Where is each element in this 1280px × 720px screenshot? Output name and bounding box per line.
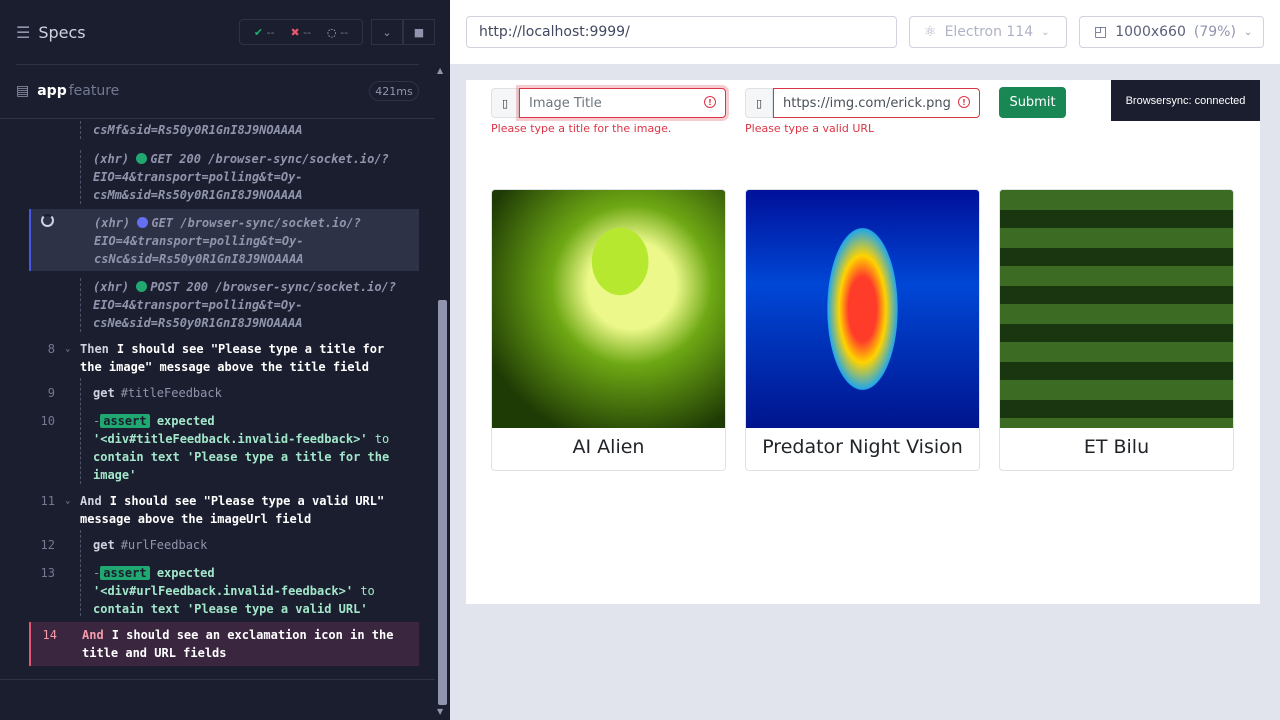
chevron-down-icon: ⌄ xyxy=(1243,26,1253,38)
url-bar[interactable]: http://localhost:9999/ xyxy=(466,16,897,48)
step-number: 8 xyxy=(47,342,55,356)
step-number: 12 xyxy=(40,538,55,552)
zoom-level: (79%) xyxy=(1193,24,1236,40)
spec-file-name: app xyxy=(37,83,67,99)
step-text: And I should see an exclamation icon in t… xyxy=(82,628,394,660)
command-text: get #titleFeedback xyxy=(93,386,222,400)
card-image xyxy=(492,190,725,428)
menu-icon[interactable]: ☰ xyxy=(16,23,30,42)
step-item[interactable]: 8 ⌄ Then I should see "Please type a titl… xyxy=(29,340,419,376)
command-list: csMf&sid=Rs50y0R1GnI8J9NOAAAA (xhr) GET … xyxy=(29,119,419,679)
title-addon-icon: ▯ xyxy=(491,88,519,118)
step-number: 11 xyxy=(40,494,55,508)
chevron-down-icon: ⌄ xyxy=(1041,26,1050,38)
url-feedback: Please type a valid URL xyxy=(745,122,875,135)
failed-count: ✖ -- xyxy=(290,25,312,39)
xhr-log-item-active[interactable]: (xhr) GET /browser-sync/socket.io/? EIO=… xyxy=(29,209,419,271)
xhr-url-line: csNe&sid=Rs50y0R1GnI8J9NOAAAA xyxy=(93,316,303,330)
specs-header: ☰ Specs xyxy=(0,0,435,64)
status-dot-icon xyxy=(137,217,149,228)
document-icon: ▤ xyxy=(16,83,30,99)
cross-icon: ✖ xyxy=(290,25,300,39)
command-log-panel: ☰ Specs ✔ -- ✖ -- ◌ -- ⌄ ■ ▤ app feature… xyxy=(0,0,450,720)
card-image xyxy=(1000,190,1233,428)
xhr-url-line: (xhr) GET /browser-sync/socket.io/? xyxy=(94,216,361,230)
step-number: 14 xyxy=(42,628,57,642)
viewport-selector[interactable]: ◰ 1000x660 (79%) ⌄ xyxy=(1079,16,1264,48)
title-feedback: Please type a title for the image. xyxy=(491,122,672,135)
scrollbar-thumb[interactable] xyxy=(438,300,447,705)
stop-icon[interactable]: ■ xyxy=(403,19,435,45)
assert-item[interactable]: 13 - assert expected '<div#urlFeedback.in… xyxy=(29,564,419,618)
image-card[interactable]: Predator Night Vision xyxy=(745,189,980,471)
xhr-log-item[interactable]: (xhr) GET 200 /browser-sync/socket.io/? … xyxy=(80,150,419,204)
xhr-url-line: (xhr) POST 200 /browser-sync/socket.io/? xyxy=(93,280,396,294)
step-number: 9 xyxy=(47,386,55,400)
step-number: 10 xyxy=(40,414,55,428)
spec-file-row[interactable]: ▤ app feature xyxy=(16,76,419,106)
pending-icon: ◌ xyxy=(326,25,337,39)
xhr-url-line: (xhr) GET 200 /browser-sync/socket.io/? xyxy=(93,152,389,166)
viewport-size: 1000x660 xyxy=(1115,24,1186,40)
command-item[interactable]: 12 get #urlFeedback xyxy=(29,536,419,554)
assert-text: - assert expected '<div#titleFeedback.inv… xyxy=(93,414,390,482)
step-text: And I should see "Please type a valid URL… xyxy=(80,494,385,526)
passed-count: ✔ -- xyxy=(253,25,275,39)
pending-count: ◌ -- xyxy=(326,25,349,39)
url-addon-icon: ▯ xyxy=(745,88,773,118)
exclamation-icon: ! xyxy=(958,96,970,108)
submit-button[interactable]: Submit xyxy=(999,87,1066,118)
browsersync-notice: Browsersync: connected xyxy=(1111,80,1260,121)
scroll-down-icon[interactable]: ▼ xyxy=(437,707,443,716)
browser-selector[interactable]: ⚛ Electron 114 ⌄ xyxy=(909,16,1067,48)
specs-title: Specs xyxy=(38,22,86,42)
xhr-url-line: csMf&sid=Rs50y0R1GnI8J9NOAAAA xyxy=(93,123,303,137)
step-text: Then I should see "Please type a title fo… xyxy=(80,342,385,374)
spec-file-ext: feature xyxy=(68,83,120,99)
electron-icon: ⚛ xyxy=(924,24,937,40)
url-field-group: ▯ xyxy=(745,88,980,118)
divider xyxy=(16,64,419,65)
card-caption: Predator Night Vision xyxy=(762,436,963,458)
xhr-log-item[interactable]: csMf&sid=Rs50y0R1GnI8J9NOAAAA xyxy=(80,121,419,139)
xhr-log-item[interactable]: (xhr) POST 200 /browser-sync/socket.io/?… xyxy=(80,278,419,332)
xhr-url-line: csMm&sid=Rs50y0R1GnI8J9NOAAAA xyxy=(93,188,303,202)
chevron-down-icon[interactable]: ⌄ xyxy=(371,19,403,45)
assert-text: - assert expected '<div#urlFeedback.inval… xyxy=(93,566,375,616)
duration-badge: 421ms xyxy=(369,81,419,101)
xhr-url-line: EIO=4&transport=polling&t=Oy- xyxy=(93,170,303,184)
xhr-url-line: EIO=4&transport=polling&t=Oy- xyxy=(93,298,303,312)
command-text: get #urlFeedback xyxy=(93,538,208,552)
chevron-down-icon[interactable]: ⌄ xyxy=(65,340,70,358)
xhr-url-line: csNc&sid=Rs50y0R1GnI8J9NOAAAA xyxy=(94,252,304,266)
image-title-input[interactable] xyxy=(519,88,726,118)
xhr-url-line: EIO=4&transport=polling&t=Oy- xyxy=(94,234,304,248)
title-field-group: ▯ xyxy=(491,88,726,118)
browser-name: Electron 114 xyxy=(944,24,1034,40)
image-card[interactable]: AI Alien xyxy=(491,189,726,471)
divider xyxy=(0,679,435,680)
command-item[interactable]: 9 get #titleFeedback xyxy=(29,384,419,402)
status-dot-icon xyxy=(136,281,148,292)
status-dot-icon xyxy=(136,153,148,164)
step-item[interactable]: 11 ⌄ And I should see "Please type a vali… xyxy=(29,492,419,528)
card-caption: AI Alien xyxy=(572,436,645,458)
step-number: 13 xyxy=(40,566,55,580)
exclamation-icon: ! xyxy=(704,96,716,108)
loading-spinner-icon xyxy=(41,214,54,227)
failed-step-item[interactable]: 14 And I should see an exclamation icon i… xyxy=(29,622,419,666)
card-caption: ET Bilu xyxy=(1083,436,1150,458)
ruler-icon: ◰ xyxy=(1094,24,1108,40)
test-stats: ✔ -- ✖ -- ◌ -- xyxy=(239,19,363,45)
check-icon: ✔ xyxy=(253,25,264,39)
assert-item[interactable]: 10 - assert expected '<div#titleFeedback.… xyxy=(29,412,419,484)
scroll-up-icon[interactable]: ▲ xyxy=(437,66,443,75)
chevron-down-icon[interactable]: ⌄ xyxy=(65,492,70,510)
image-card[interactable]: ET Bilu xyxy=(999,189,1234,471)
image-url-input[interactable] xyxy=(773,88,980,118)
card-image xyxy=(746,190,979,428)
